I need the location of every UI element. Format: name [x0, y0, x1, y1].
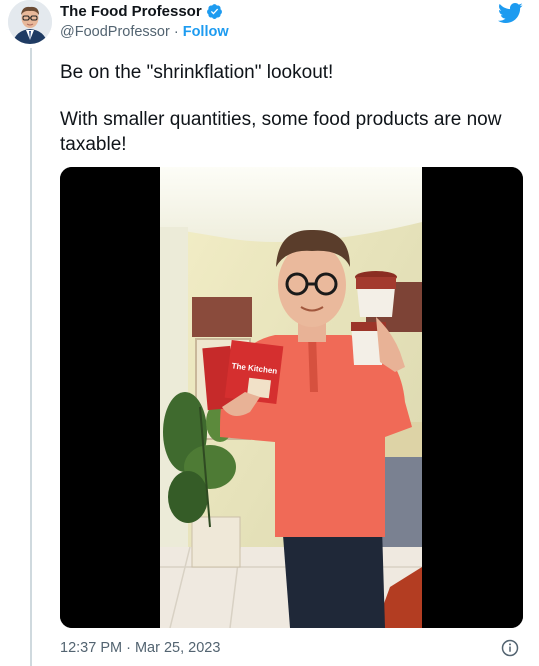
author-handle-row: @FoodProfessor · Follow: [60, 24, 229, 40]
tweet-paragraph-2: With smaller quantities, some food produ…: [60, 109, 502, 155]
video-player[interactable]: The Kitchen: [60, 167, 523, 628]
follow-button[interactable]: Follow: [183, 24, 229, 40]
avatar-image: [8, 0, 52, 44]
twitter-bird-icon[interactable]: [497, 2, 523, 24]
author-handle[interactable]: @FoodProfessor: [60, 24, 170, 40]
tweet-paragraph-1: Be on the "shrinkflation" lookout!: [60, 62, 334, 83]
verified-badge-icon: [206, 4, 222, 19]
handle-separator: ·: [169, 24, 183, 40]
info-icon[interactable]: [501, 639, 519, 657]
tweet-text: Be on the "shrinkflation" lookout! With …: [60, 60, 520, 179]
author-display-name[interactable]: The Food Professor: [60, 3, 202, 20]
tweet-timestamp[interactable]: 12:37 PM · Mar 25, 2023: [60, 640, 220, 656]
author-avatar[interactable]: [8, 0, 52, 44]
author-name-row[interactable]: The Food Professor: [60, 3, 223, 20]
video-frame: The Kitchen: [60, 167, 523, 628]
thread-line: [30, 48, 32, 666]
